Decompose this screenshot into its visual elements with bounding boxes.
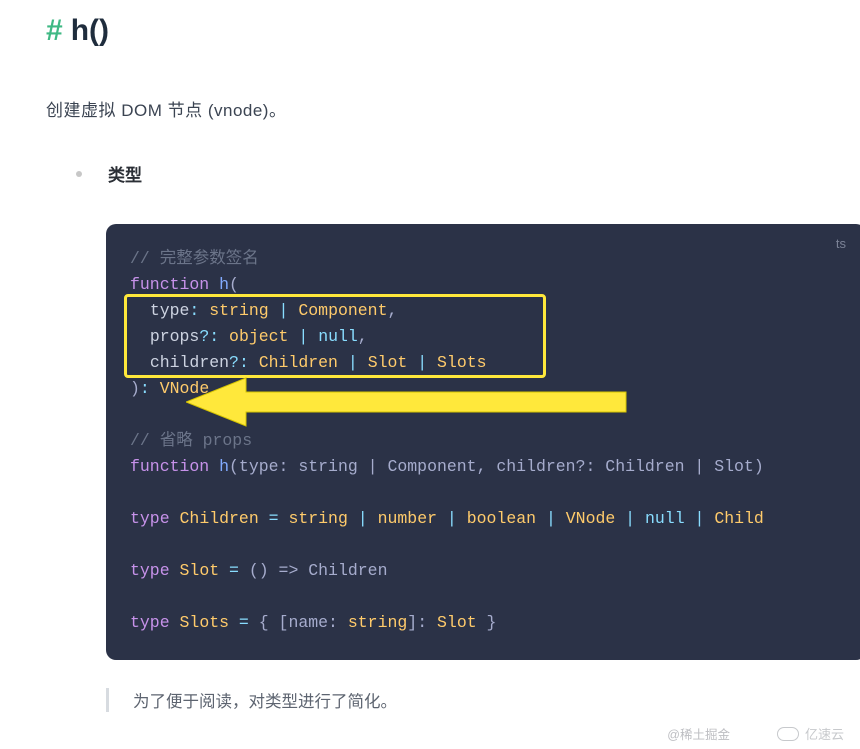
return-type: VNode xyxy=(160,379,210,398)
colon: : xyxy=(140,379,150,398)
param-props: props xyxy=(150,327,200,346)
type-object: object xyxy=(229,327,288,346)
pipe: | xyxy=(536,509,566,528)
paren-open: ( xyxy=(229,275,239,294)
code-block-wrapper: ts // 完整参数签名 function h( type: string | … xyxy=(106,224,860,660)
colon: : xyxy=(209,327,219,346)
colon: : xyxy=(189,301,199,320)
optional-mark: ? xyxy=(229,353,239,372)
t-string: string xyxy=(288,509,347,528)
type-component: Component xyxy=(298,301,387,320)
code-comment-2: // 省略 props xyxy=(130,431,252,450)
quote-block: 为了便于阅读，对类型进行了简化。 xyxy=(106,688,860,712)
type-string: string xyxy=(209,301,268,320)
comma: , xyxy=(358,327,368,346)
intro-paragraph: 创建虚拟 DOM 节点 (vnode)。 xyxy=(46,96,860,121)
slots-val-type: Slot xyxy=(437,613,477,632)
colon: : xyxy=(239,353,249,372)
fn-name: h xyxy=(219,457,229,476)
t-vnode: VNode xyxy=(566,509,616,528)
t-number: number xyxy=(378,509,437,528)
typedef-slots: Slots xyxy=(180,613,230,632)
slots-mid: ]: xyxy=(407,613,437,632)
bullet-icon xyxy=(76,171,82,177)
eq: = xyxy=(229,613,259,632)
param-type: type xyxy=(150,301,190,320)
eq: = xyxy=(259,509,289,528)
heading-text: h() xyxy=(71,14,109,48)
param-children: children xyxy=(150,353,229,372)
slots-key-type: string xyxy=(348,613,407,632)
t-child: Child xyxy=(714,509,764,528)
slots-close: } xyxy=(477,613,497,632)
type-slots: Slots xyxy=(437,353,487,372)
section-row: 类型 xyxy=(46,161,860,186)
watermark-yisu: 亿速云 xyxy=(777,724,844,743)
code-block: ts // 完整参数签名 function h( type: string | … xyxy=(106,224,860,660)
kw-type: type xyxy=(130,561,170,580)
pipe: | xyxy=(269,301,299,320)
section-label: 类型 xyxy=(108,161,142,186)
sig2-tail: (type: string | Component, children?: Ch… xyxy=(229,457,764,476)
watermark-juejin: @稀土掘金 xyxy=(667,724,730,743)
t-boolean: boolean xyxy=(467,509,536,528)
pipe: | xyxy=(407,353,437,372)
eq: = xyxy=(219,561,249,580)
code-content: // 完整参数签名 function h( type: string | Com… xyxy=(130,246,842,636)
kw-function: function xyxy=(130,457,209,476)
kw-type: type xyxy=(130,613,170,632)
slot-rhs: () => Children xyxy=(249,561,388,580)
type-children: Children xyxy=(259,353,338,372)
pipe: | xyxy=(288,327,318,346)
fn-name: h xyxy=(219,275,229,294)
pipe: | xyxy=(685,509,715,528)
optional-mark: ? xyxy=(199,327,209,346)
kw-function: function xyxy=(130,275,209,294)
page-title: # h() xyxy=(46,14,860,48)
watermark-yisu-text: 亿速云 xyxy=(805,724,844,743)
paren-close: ) xyxy=(130,379,140,398)
code-comment: // 完整参数签名 xyxy=(130,249,259,268)
t-null: null xyxy=(645,509,685,528)
cloud-icon xyxy=(777,727,799,741)
pipe: | xyxy=(348,509,378,528)
quote-text: 为了便于阅读，对类型进行了简化。 xyxy=(133,693,397,711)
heading-hash: # xyxy=(46,14,63,48)
pipe: | xyxy=(338,353,368,372)
pipe: | xyxy=(437,509,467,528)
type-null: null xyxy=(318,327,358,346)
typedef-slot: Slot xyxy=(180,561,220,580)
type-slot: Slot xyxy=(368,353,408,372)
pipe: | xyxy=(615,509,645,528)
kw-type: type xyxy=(130,509,170,528)
typedef-children: Children xyxy=(180,509,259,528)
code-language-badge: ts xyxy=(836,236,846,251)
comma: , xyxy=(388,301,398,320)
slots-open: { [name: xyxy=(259,613,348,632)
